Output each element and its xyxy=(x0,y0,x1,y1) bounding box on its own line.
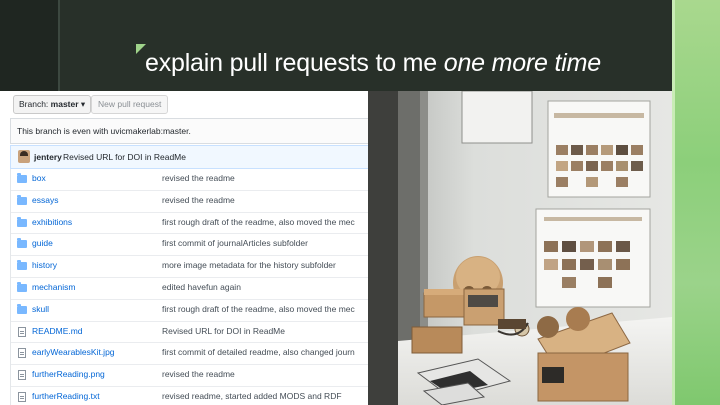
table-row[interactable]: exhibitions first rough draft of the read… xyxy=(11,213,368,235)
branch-label: Branch: xyxy=(19,99,51,109)
table-row[interactable]: history more image metadata for the histo… xyxy=(11,256,368,278)
file-icon xyxy=(18,370,26,381)
slide-title: explain pull requests to me one more tim… xyxy=(145,49,601,78)
table-row[interactable]: mechanism edited havefun again xyxy=(11,278,368,300)
folder-icon xyxy=(17,173,27,183)
slide-accent-edge xyxy=(672,0,720,405)
slide-left-bar-divider xyxy=(58,0,60,92)
exhibit-photo xyxy=(368,91,672,405)
file-commit-message[interactable]: revised the readme xyxy=(162,195,368,205)
file-name-link[interactable]: essays xyxy=(32,195,58,205)
folder-icon xyxy=(17,194,27,205)
file-commit-message[interactable]: revised the readme xyxy=(162,173,368,183)
file-commit-message[interactable]: revised the readme xyxy=(162,369,368,379)
table-row[interactable]: box revised the readme xyxy=(11,169,368,191)
file-commit-message[interactable]: first commit of journalArticles subfolde… xyxy=(162,238,368,248)
file-name-link[interactable]: guide xyxy=(32,238,53,248)
table-row[interactable]: skull first rough draft of the readme, al… xyxy=(11,300,368,322)
table-row[interactable]: furtherReading.png revised the readme xyxy=(11,365,368,387)
slide-title-emphasis: one more time xyxy=(443,49,601,77)
file-name-link[interactable]: earlyWearablesKit.jpg xyxy=(32,347,115,357)
file-commit-message[interactable]: more image metadata for the history subf… xyxy=(162,260,368,270)
file-commit-message[interactable]: Revised URL for DOI in ReadMe xyxy=(162,326,368,336)
github-repo-panel: Branch: master ▾ New pull request This b… xyxy=(0,91,368,405)
file-icon xyxy=(18,391,26,402)
folder-icon xyxy=(17,260,27,271)
chevron-down-icon: ▾ xyxy=(80,99,86,109)
new-pull-request-button[interactable]: New pull request xyxy=(91,95,169,114)
file-name-link[interactable]: box xyxy=(32,173,46,183)
file-icon xyxy=(18,348,26,359)
avatar[interactable] xyxy=(18,150,30,163)
table-row[interactable]: earlyWearablesKit.jpg first commit of det… xyxy=(11,343,368,366)
branch-select-button[interactable]: Branch: master ▾ xyxy=(13,95,92,114)
file-icon xyxy=(18,326,26,337)
exhibit-photo-drawing xyxy=(368,91,672,405)
folder-icon xyxy=(17,281,27,292)
branch-name: master xyxy=(50,99,79,109)
file-name-link[interactable]: README.md xyxy=(32,326,83,336)
folder-icon xyxy=(17,238,27,249)
table-row[interactable]: guide first commit of journalArticles sub… xyxy=(11,234,368,257)
file-name-link[interactable]: mechanism xyxy=(32,282,75,292)
slide-title-main: explain pull requests to me xyxy=(145,49,444,77)
folder-icon xyxy=(17,216,27,227)
file-commit-message[interactable]: first rough draft of the readme, also mo… xyxy=(162,304,368,314)
file-name-link[interactable]: skull xyxy=(32,304,49,314)
table-row[interactable]: README.md Revised URL for DOI in ReadMe xyxy=(11,322,368,344)
file-list: box revised the readme essays revised the … xyxy=(10,169,368,405)
folder-icon xyxy=(17,303,27,314)
table-row[interactable]: furtherReading.txt revised readme, starte… xyxy=(11,387,368,405)
file-commit-message[interactable]: first rough draft of the readme, also mo… xyxy=(162,217,368,227)
file-commit-message[interactable]: revised readme, started added MODS and R… xyxy=(162,391,368,401)
branch-status-text: This branch is even with uvicmakerlab:ma… xyxy=(17,126,191,136)
file-commit-message[interactable]: edited havefun again xyxy=(162,282,368,292)
file-name-link[interactable]: furtherReading.txt xyxy=(32,391,100,401)
branch-status-box: This branch is even with uvicmakerlab:ma… xyxy=(10,118,368,144)
latest-commit-bar: jentery Revised URL for DOI in ReadMe xyxy=(10,145,368,169)
file-name-link[interactable]: furtherReading.png xyxy=(32,369,105,379)
table-row[interactable]: essays revised the readme xyxy=(11,191,368,213)
repo-toolbar: Branch: master ▾ New pull request xyxy=(0,91,368,117)
file-commit-message[interactable]: first commit of detailed readme, also ch… xyxy=(162,347,368,357)
file-name-link[interactable]: history xyxy=(32,260,57,270)
commit-author-link[interactable]: jentery xyxy=(34,152,62,162)
slide-left-bar xyxy=(0,0,58,92)
slide-accent-stripe xyxy=(672,0,675,405)
file-name-link[interactable]: exhibitions xyxy=(32,217,72,227)
commit-message-link[interactable]: Revised URL for DOI in ReadMe xyxy=(63,152,186,162)
